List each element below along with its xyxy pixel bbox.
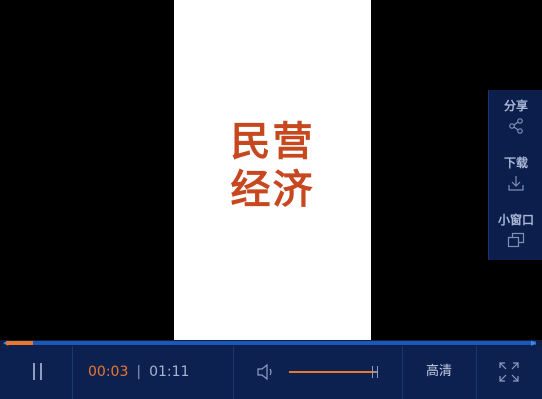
share-label: 分享 xyxy=(503,99,528,113)
share-button[interactable]: 分享 xyxy=(489,90,542,146)
volume-slider[interactable] xyxy=(289,371,377,373)
divider xyxy=(402,346,403,399)
mini-window-button[interactable]: 小窗口 xyxy=(489,204,542,260)
mini-window-icon xyxy=(507,232,525,248)
progress-buffer xyxy=(32,341,536,345)
total-time: 01:11 xyxy=(149,364,190,380)
time-display: 00:03 | 01:11 xyxy=(88,364,189,380)
volume-knob[interactable] xyxy=(372,366,378,378)
volume-icon[interactable] xyxy=(256,363,276,381)
download-button[interactable]: 下载 xyxy=(489,147,542,203)
volume-fill xyxy=(289,371,376,373)
pause-button[interactable] xyxy=(22,346,62,399)
download-label: 下载 xyxy=(503,156,528,170)
divider xyxy=(476,346,477,399)
control-bar: 00:03 | 01:11 高清 xyxy=(0,346,542,399)
pause-bar-right xyxy=(40,363,42,380)
time-separator: | xyxy=(136,364,142,380)
video-logo: 民营 经济 xyxy=(174,118,371,214)
divider xyxy=(72,346,73,399)
mini-window-label: 小窗口 xyxy=(497,213,534,227)
divider xyxy=(233,346,234,399)
side-panel: 分享 下载 小窗口 xyxy=(488,90,542,260)
progress-track[interactable] xyxy=(6,341,536,345)
pause-bar-left xyxy=(33,363,35,380)
video-frame: 民营 经济 xyxy=(174,0,371,342)
logo-line-1: 民营 xyxy=(230,119,315,165)
quality-button[interactable]: 高清 xyxy=(404,363,474,381)
video-area[interactable]: 民营 经济 xyxy=(0,0,542,342)
progress-fill xyxy=(6,341,33,345)
fullscreen-icon[interactable] xyxy=(498,361,520,383)
current-time: 00:03 xyxy=(88,364,129,380)
logo-line-2: 经济 xyxy=(230,167,315,213)
share-icon xyxy=(509,118,523,134)
download-icon xyxy=(508,176,524,191)
